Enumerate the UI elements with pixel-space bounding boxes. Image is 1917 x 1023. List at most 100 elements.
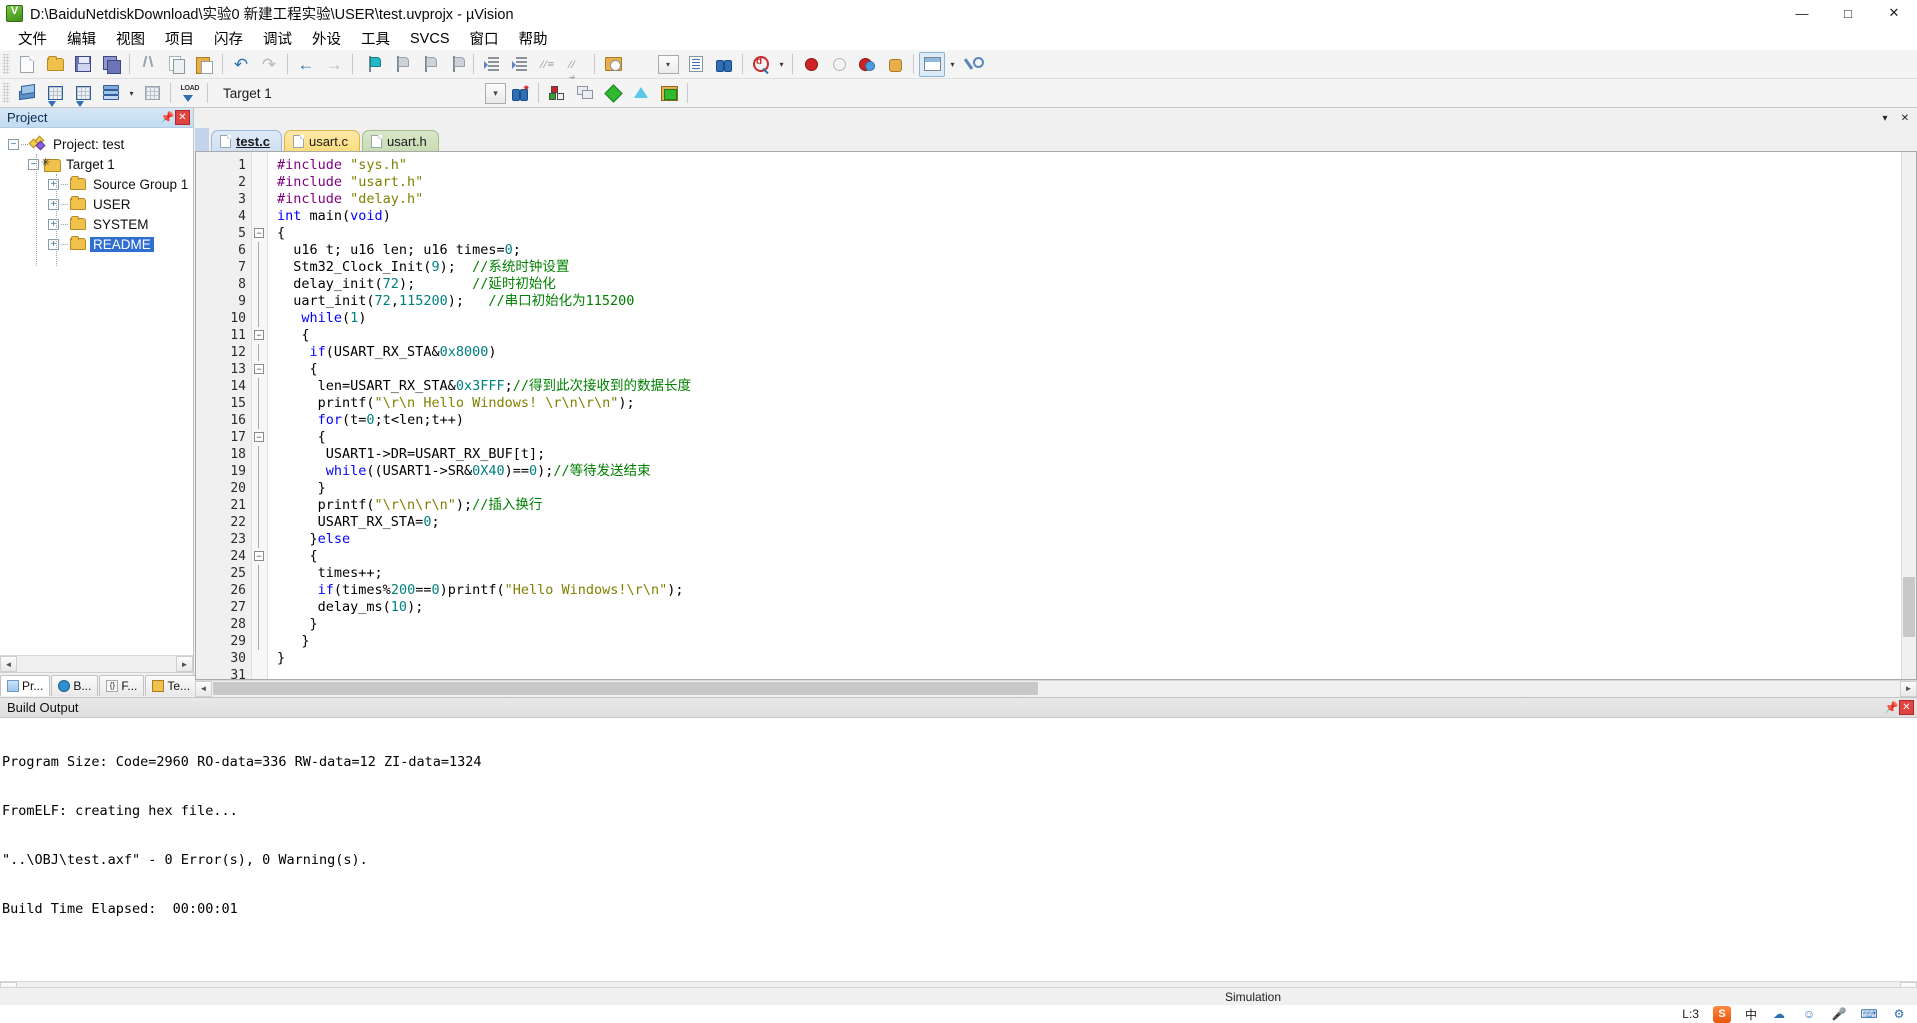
minimize-button[interactable]: — bbox=[1779, 0, 1825, 27]
fold-collapse-icon[interactable]: − bbox=[254, 432, 264, 442]
scrollbar-thumb[interactable] bbox=[213, 682, 1038, 695]
microphone-icon[interactable]: 🎤 bbox=[1831, 1006, 1847, 1022]
fold-collapse-icon[interactable]: − bbox=[254, 551, 264, 561]
redo-icon[interactable]: ↷ bbox=[256, 52, 282, 77]
configure-combo-icon[interactable]: ▾ bbox=[655, 52, 681, 77]
menu-file[interactable]: 文件 bbox=[8, 26, 57, 51]
tree-node-readme[interactable]: + README bbox=[0, 234, 193, 254]
rebuild-all-icon[interactable] bbox=[70, 81, 96, 107]
fold-cell[interactable] bbox=[252, 667, 267, 679]
batch-build-icon[interactable] bbox=[98, 81, 124, 106]
expander-expand-icon[interactable]: + bbox=[48, 178, 59, 190]
software-packs-icon[interactable] bbox=[656, 81, 682, 106]
fold-cell[interactable] bbox=[252, 378, 267, 395]
fold-cell[interactable] bbox=[252, 582, 267, 599]
fold-cell[interactable] bbox=[252, 480, 267, 497]
menu-peripherals[interactable]: 外设 bbox=[302, 26, 351, 51]
scroll-right-arrow-icon[interactable]: ► bbox=[1900, 680, 1917, 697]
scroll-right-arrow-icon[interactable]: ► bbox=[176, 656, 193, 672]
fold-cell[interactable] bbox=[252, 599, 267, 616]
close-button[interactable]: ✕ bbox=[1871, 0, 1917, 27]
batch-build-dropdown-icon[interactable]: ▾ bbox=[125, 81, 138, 106]
close-icon[interactable]: ✕ bbox=[1899, 700, 1914, 715]
keyboard-icon[interactable]: ⌨ bbox=[1860, 1006, 1877, 1022]
fold-collapse-icon[interactable]: − bbox=[254, 330, 264, 340]
tab-functions[interactable]: {} F... bbox=[99, 675, 145, 696]
stop-build-icon[interactable] bbox=[139, 81, 165, 106]
uncomment-icon[interactable]: //≢ bbox=[563, 52, 589, 86]
fold-cell[interactable] bbox=[252, 633, 267, 650]
target-selector-value[interactable]: Target 1 bbox=[218, 82, 340, 104]
sogou-ime-icon[interactable]: S bbox=[1712, 1005, 1731, 1023]
menu-flash[interactable]: 闪存 bbox=[204, 26, 253, 51]
build-toolbar-grip[interactable] bbox=[2, 83, 10, 103]
fold-cell[interactable] bbox=[252, 616, 267, 633]
weather-icon[interactable]: ☁ bbox=[1771, 1006, 1787, 1022]
cut-icon[interactable] bbox=[135, 52, 161, 77]
bookmark-clear-icon[interactable] bbox=[442, 52, 468, 77]
fold-cell[interactable]: − bbox=[252, 327, 267, 344]
pack-installer-icon[interactable] bbox=[600, 81, 626, 106]
binoculars-icon[interactable] bbox=[711, 52, 737, 77]
fold-cell[interactable] bbox=[252, 412, 267, 429]
fold-cell[interactable] bbox=[252, 531, 267, 548]
target-options-icon[interactable]: ✷ bbox=[507, 81, 533, 106]
scroll-track[interactable] bbox=[17, 656, 176, 672]
expander-collapse-icon[interactable]: − bbox=[28, 158, 39, 170]
build-icon[interactable] bbox=[42, 81, 68, 107]
copy-icon[interactable] bbox=[163, 52, 189, 77]
bookmark-toggle-icon[interactable] bbox=[358, 52, 384, 77]
code-folding-gutter[interactable]: − − − − − bbox=[252, 152, 268, 679]
target-dropdown-chevron-down-icon[interactable]: ▾ bbox=[485, 82, 506, 104]
tab-project[interactable]: Pr... bbox=[0, 675, 51, 696]
fold-cell[interactable]: − bbox=[252, 361, 267, 378]
undo-icon[interactable]: ↶ bbox=[228, 52, 254, 77]
fold-cell[interactable] bbox=[252, 497, 267, 514]
manage-run-time-icon[interactable] bbox=[628, 81, 654, 106]
fold-cell[interactable] bbox=[252, 242, 267, 259]
menu-help[interactable]: 帮助 bbox=[509, 26, 558, 51]
editor-vertical-scrollbar[interactable] bbox=[1901, 152, 1916, 679]
new-file-icon[interactable] bbox=[14, 52, 40, 77]
tree-node-target[interactable]: − Target 1 bbox=[0, 154, 193, 174]
find-in-files-icon[interactable] bbox=[600, 52, 626, 77]
editor-restore-chevron-down-icon[interactable]: ▾ bbox=[1878, 111, 1892, 125]
fold-cell[interactable]: − bbox=[252, 548, 267, 565]
fold-cell[interactable]: − bbox=[252, 225, 267, 242]
maximize-button[interactable]: □ bbox=[1825, 0, 1871, 27]
source-code-text[interactable]: #include "sys.h" #include "usart.h" #inclu… bbox=[268, 152, 1916, 679]
fold-collapse-icon[interactable]: − bbox=[254, 228, 264, 238]
fold-cell[interactable] bbox=[252, 259, 267, 276]
multi-project-icon[interactable] bbox=[572, 81, 598, 106]
toolbar-grip[interactable] bbox=[2, 54, 10, 74]
navigate-back-icon[interactable]: ← bbox=[293, 52, 319, 77]
paste-icon[interactable] bbox=[191, 52, 217, 77]
insert-template-icon[interactable] bbox=[683, 52, 709, 77]
expander-expand-icon[interactable]: + bbox=[48, 238, 59, 250]
fold-cell[interactable] bbox=[252, 395, 267, 412]
manage-project-items-icon[interactable] bbox=[544, 81, 570, 106]
breakpoint-toggle-all-icon[interactable] bbox=[882, 52, 908, 77]
fold-cell[interactable] bbox=[252, 157, 267, 174]
translate-icon[interactable] bbox=[14, 81, 40, 106]
breakpoint-clear-all-icon[interactable] bbox=[854, 52, 880, 77]
menu-view[interactable]: 视图 bbox=[106, 26, 155, 51]
fold-cell[interactable] bbox=[252, 650, 267, 667]
scroll-left-arrow-icon[interactable]: ◄ bbox=[195, 680, 212, 697]
fold-cell[interactable] bbox=[252, 310, 267, 327]
build-output-text[interactable]: Program Size: Code=2960 RO-data=336 RW-d… bbox=[0, 718, 1917, 981]
pin-icon[interactable]: 📌 bbox=[160, 110, 175, 125]
window-manager-icon[interactable] bbox=[919, 51, 945, 77]
outdent-icon[interactable] bbox=[507, 52, 533, 77]
close-icon[interactable]: ✕ bbox=[175, 110, 190, 125]
bookmark-next-icon[interactable] bbox=[414, 52, 440, 77]
settings-icon[interactable]: ⚙ bbox=[1891, 1006, 1907, 1022]
menu-debug[interactable]: 调试 bbox=[253, 26, 302, 51]
editor-close-icon[interactable]: ✕ bbox=[1898, 111, 1912, 125]
open-file-icon[interactable] bbox=[42, 52, 68, 77]
fold-cell[interactable] bbox=[252, 208, 267, 225]
window-manager-dropdown-icon[interactable]: ▾ bbox=[946, 52, 959, 77]
pin-icon[interactable]: 📌 bbox=[1884, 700, 1899, 715]
fold-cell[interactable] bbox=[252, 276, 267, 293]
navigate-forward-icon[interactable]: → bbox=[321, 52, 347, 77]
